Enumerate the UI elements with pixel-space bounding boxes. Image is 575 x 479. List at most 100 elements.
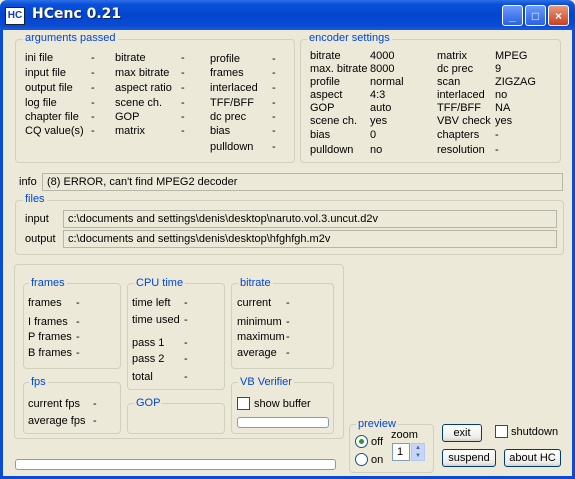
total-value: - [184, 371, 188, 383]
enc-label: resolution [437, 144, 485, 156]
suspend-button[interactable]: suspend [442, 449, 496, 467]
encoding-progress-bar [15, 459, 336, 470]
arg-label: matrix [115, 125, 145, 137]
encoder-legend: encoder settings [307, 32, 392, 44]
enc-value: ZIGZAG [495, 76, 536, 88]
arg-label: CQ value(s) [25, 125, 84, 137]
bitrate-average-label: average [237, 347, 277, 359]
average-fps-label: average fps [28, 415, 86, 427]
time-left-value: - [184, 297, 188, 309]
arg-label: dc prec [210, 111, 247, 123]
time-left-label: time left [132, 297, 171, 309]
arg-label: aspect ratio [115, 82, 172, 94]
arguments-legend: arguments passed [23, 32, 118, 44]
bitrate-maximum-value: - [286, 331, 290, 343]
arg-label: frames [210, 67, 244, 79]
arg-label: bitrate [115, 52, 146, 64]
enc-label: scene ch. [310, 115, 358, 127]
pass2-label: pass 2 [132, 353, 165, 365]
info-field: (8) ERROR, can't find MPEG2 decoder [42, 173, 563, 191]
arg-label: chapter file [25, 111, 79, 123]
enc-label: dc prec [437, 63, 474, 75]
enc-label: GOP [310, 102, 335, 114]
arg-label: log file [25, 97, 57, 109]
arg-label: interlaced [210, 82, 258, 94]
enc-value: yes [370, 115, 388, 127]
enc-value: NA [495, 102, 511, 114]
pass1-label: pass 1 [132, 337, 165, 349]
enc-value: 9 [495, 63, 502, 75]
frames-value: - [76, 297, 80, 309]
zoom-stepper[interactable]: ▲ ▼ [411, 443, 425, 461]
zoom-up-icon[interactable]: ▲ [412, 444, 424, 452]
show-buffer-checkbox[interactable] [237, 397, 250, 410]
arg-label: scene ch. [115, 97, 163, 109]
preview-off-radio[interactable] [355, 435, 368, 448]
arg-label: pulldown [210, 141, 254, 153]
maximize-button[interactable]: □ [525, 5, 546, 26]
preview-on-radio[interactable] [355, 453, 368, 466]
output-file-field[interactable]: c:\documents and settings\denis\desktop\… [63, 230, 557, 248]
i-frames-label: I frames [28, 316, 68, 328]
zoom-down-icon[interactable]: ▼ [412, 452, 424, 460]
enc-label: bias [310, 129, 331, 141]
bitrate-maximum-label: maximum [237, 331, 285, 343]
p-frames-value: - [76, 331, 80, 343]
arg-value: - [181, 67, 185, 79]
enc-value: yes [495, 115, 513, 127]
arg-label: input file [25, 67, 66, 79]
arg-value: - [91, 67, 95, 79]
zoom-input[interactable]: 1 [392, 443, 410, 461]
arg-value: - [181, 125, 185, 137]
minimize-button[interactable]: _ [502, 5, 523, 26]
enc-value: 0 [370, 129, 377, 141]
arg-value: - [272, 53, 276, 65]
close-button[interactable]: × [548, 5, 569, 26]
frames-label: frames [28, 297, 62, 309]
bitrate-minimum-value: - [286, 316, 290, 328]
enc-value: auto [370, 102, 392, 114]
exit-button[interactable]: exit [442, 424, 482, 442]
arg-value: - [272, 125, 276, 137]
info-label: info [19, 176, 37, 188]
enc-value: normal [370, 76, 404, 88]
shutdown-label: shutdown [511, 426, 559, 438]
enc-label: VBV check [437, 115, 491, 127]
vbv-buffer-bar [237, 417, 329, 428]
input-file-field[interactable]: c:\documents and settings\denis\desktop\… [63, 210, 557, 228]
enc-label: max. bitrate [310, 63, 368, 75]
time-used-label: time used [132, 314, 180, 326]
shutdown-checkbox[interactable] [495, 425, 508, 438]
bitrate-current-label: current [237, 297, 272, 309]
bitrate-average-value: - [286, 347, 290, 359]
b-frames-value: - [76, 347, 80, 359]
enc-label: TFF/BFF [437, 102, 481, 114]
total-label: total [132, 371, 153, 383]
enc-label: interlaced [437, 89, 485, 101]
gop-legend: GOP [134, 397, 163, 409]
enc-label: bitrate [310, 50, 341, 62]
cpu-legend: CPU time [134, 277, 186, 289]
frames-legend: frames [29, 277, 67, 289]
about-button[interactable]: about HC [504, 449, 561, 467]
b-frames-label: B frames [28, 347, 73, 359]
arg-value: - [272, 97, 276, 109]
enc-value: 4:3 [370, 89, 386, 101]
enc-value: - [495, 144, 499, 156]
enc-value: 4000 [370, 50, 395, 62]
arg-value: - [91, 125, 95, 137]
pass1-value: - [184, 337, 188, 349]
preview-off-label: off [371, 436, 384, 448]
enc-value: no [370, 144, 383, 156]
arg-label: profile [210, 53, 240, 65]
enc-value: MPEG [495, 50, 528, 62]
arg-value: - [272, 82, 276, 94]
current-fps-value: - [93, 398, 97, 410]
enc-value: no [495, 89, 508, 101]
arg-value: - [91, 97, 95, 109]
arg-value: - [91, 82, 95, 94]
arg-label: output file [25, 82, 73, 94]
fps-legend: fps [29, 376, 48, 388]
current-fps-label: current fps [28, 398, 80, 410]
show-buffer-label: show buffer [254, 398, 311, 410]
